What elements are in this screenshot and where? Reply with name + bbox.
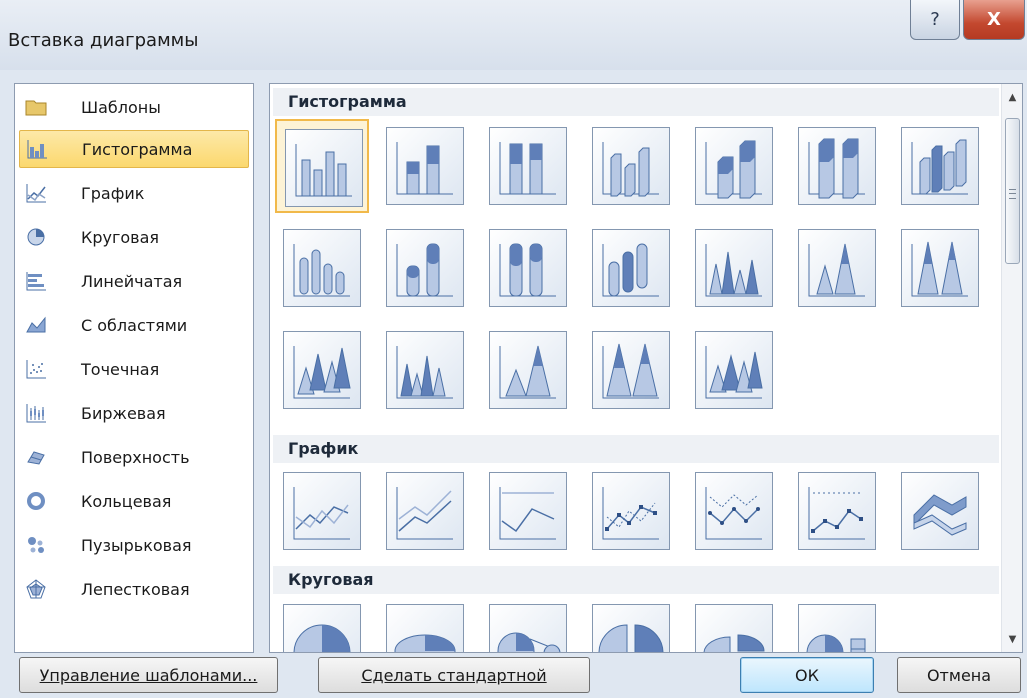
chart-thumb-exploded-pie[interactable] <box>584 596 678 652</box>
chart-thumb-stacked-column[interactable] <box>378 119 472 213</box>
category-label: График <box>81 183 145 203</box>
set-as-default-button[interactable]: Сделать стандартной <box>318 657 590 693</box>
chart-thumb-pie[interactable] <box>275 596 369 652</box>
section-header-line: График <box>273 435 999 463</box>
chart-thumb-100-stacked-line-markers[interactable] <box>790 464 884 558</box>
chart-thumb-pie-of-pie[interactable] <box>481 596 575 652</box>
category-column[interactable]: Гистограмма <box>19 130 249 168</box>
area-chart-icon <box>25 314 47 336</box>
chart-thumb-100-stacked-column[interactable] <box>481 119 575 213</box>
category-label: Кольцевая <box>81 491 172 511</box>
section-header-column: Гистограмма <box>273 88 999 116</box>
category-label: Шаблоны <box>81 97 161 117</box>
scroll-up-icon[interactable]: ▲ <box>1002 86 1022 108</box>
category-label: С областями <box>81 315 188 335</box>
category-bar[interactable]: Линейчатая <box>19 262 249 300</box>
chart-thumb-3d-cylinder[interactable] <box>584 221 678 315</box>
chart-thumb-100-stacked-cylinder[interactable] <box>481 221 575 315</box>
chart-thumb-bar-of-pie[interactable] <box>790 596 884 652</box>
category-label: Гистограмма <box>82 139 193 159</box>
category-surface[interactable]: Поверхность <box>19 438 249 476</box>
chart-thumb-100-stacked-cone[interactable] <box>893 221 987 315</box>
close-button[interactable]: X <box>963 0 1025 40</box>
category-stock[interactable]: Биржевая <box>19 394 249 432</box>
bar-chart-icon <box>25 270 47 292</box>
title-bar: Вставка диаграммы ? X <box>0 0 1027 70</box>
scrollbar-thumb[interactable] <box>1005 118 1020 264</box>
chart-thumb-3d-pyramid[interactable] <box>687 323 781 417</box>
category-label: Пузырьковая <box>81 535 192 555</box>
column-chart-icon <box>26 138 48 160</box>
window-title: Вставка диаграммы <box>8 30 199 51</box>
section-header-pie: Круговая <box>273 566 999 594</box>
pie-chart-icon <box>25 226 47 248</box>
scatter-chart-icon <box>25 358 47 380</box>
category-label: Линейчатая <box>81 271 183 291</box>
gallery-scrollbar[interactable]: ▲ ▼ <box>1001 84 1022 652</box>
doughnut-chart-icon <box>25 490 47 512</box>
ok-label: ОК <box>795 665 819 685</box>
category-templates[interactable]: Шаблоны <box>19 88 249 126</box>
chart-thumb-3d-cone[interactable] <box>275 323 369 417</box>
chart-thumb-100-stacked-line[interactable] <box>481 464 575 558</box>
cancel-button[interactable]: Отмена <box>897 657 1021 693</box>
category-line[interactable]: График <box>19 174 249 212</box>
bubble-chart-icon <box>25 534 47 556</box>
category-label: Биржевая <box>81 403 166 423</box>
chart-thumb-clustered-column[interactable] <box>275 119 369 213</box>
category-bubble[interactable]: Пузырьковая <box>19 526 249 564</box>
stock-chart-icon <box>25 402 47 424</box>
category-scatter[interactable]: Точечная <box>19 350 249 388</box>
chart-thumb-3d-column[interactable] <box>893 119 987 213</box>
grip-icon <box>1009 189 1016 199</box>
radar-chart-icon <box>25 578 47 600</box>
chart-thumb-stacked-cylinder[interactable] <box>378 221 472 315</box>
set-as-default-label: Сделать стандартной <box>361 665 547 685</box>
category-label: Круговая <box>81 227 160 247</box>
chart-category-list: Шаблоны Гистограмма График Круговая Лине… <box>14 83 254 653</box>
chart-thumb-line-with-markers[interactable] <box>584 464 678 558</box>
category-label: Лепестковая <box>81 579 190 599</box>
chart-thumb-3d-100-stacked-column[interactable] <box>790 119 884 213</box>
chart-gallery: Гистограмма График Круговая ▲ ▼ <box>269 83 1023 653</box>
cancel-label: Отмена <box>926 665 992 685</box>
chart-thumb-stacked-cone[interactable] <box>790 221 884 315</box>
chart-thumb-clustered-cylinder[interactable] <box>275 221 369 315</box>
manage-templates-button[interactable]: Управление шаблонами... <box>19 657 278 693</box>
category-area[interactable]: С областями <box>19 306 249 344</box>
chart-thumb-3d-line[interactable] <box>893 464 987 558</box>
line-chart-icon <box>25 182 47 204</box>
chart-thumb-stacked-line[interactable] <box>378 464 472 558</box>
chart-thumb-line[interactable] <box>275 464 369 558</box>
manage-templates-label: Управление шаблонами... <box>39 665 258 685</box>
surface-chart-icon <box>25 446 47 468</box>
folder-icon <box>25 96 47 118</box>
section-title: Круговая <box>288 570 374 589</box>
category-radar[interactable]: Лепестковая <box>19 570 249 608</box>
chart-thumb-clustered-pyramid[interactable] <box>378 323 472 417</box>
section-title: График <box>288 439 359 458</box>
category-label: Поверхность <box>81 447 190 467</box>
chart-thumb-3d-pie[interactable] <box>378 596 472 652</box>
ok-button[interactable]: ОК <box>740 657 874 693</box>
section-title: Гистограмма <box>288 92 407 111</box>
help-icon: ? <box>930 9 940 30</box>
chart-thumb-3d-stacked-column[interactable] <box>687 119 781 213</box>
chart-thumb-100-stacked-pyramid[interactable] <box>584 323 678 417</box>
category-doughnut[interactable]: Кольцевая <box>19 482 249 520</box>
chart-thumb-stacked-line-markers[interactable] <box>687 464 781 558</box>
category-label: Точечная <box>81 359 160 379</box>
help-button[interactable]: ? <box>910 0 960 40</box>
scroll-down-icon[interactable]: ▼ <box>1002 628 1022 650</box>
chart-thumb-3d-clustered-column[interactable] <box>584 119 678 213</box>
chart-thumb-clustered-cone[interactable] <box>687 221 781 315</box>
chart-thumb-exploded-3d-pie[interactable] <box>687 596 781 652</box>
chart-thumb-stacked-pyramid[interactable] <box>481 323 575 417</box>
close-icon: X <box>987 9 1001 30</box>
category-pie[interactable]: Круговая <box>19 218 249 256</box>
